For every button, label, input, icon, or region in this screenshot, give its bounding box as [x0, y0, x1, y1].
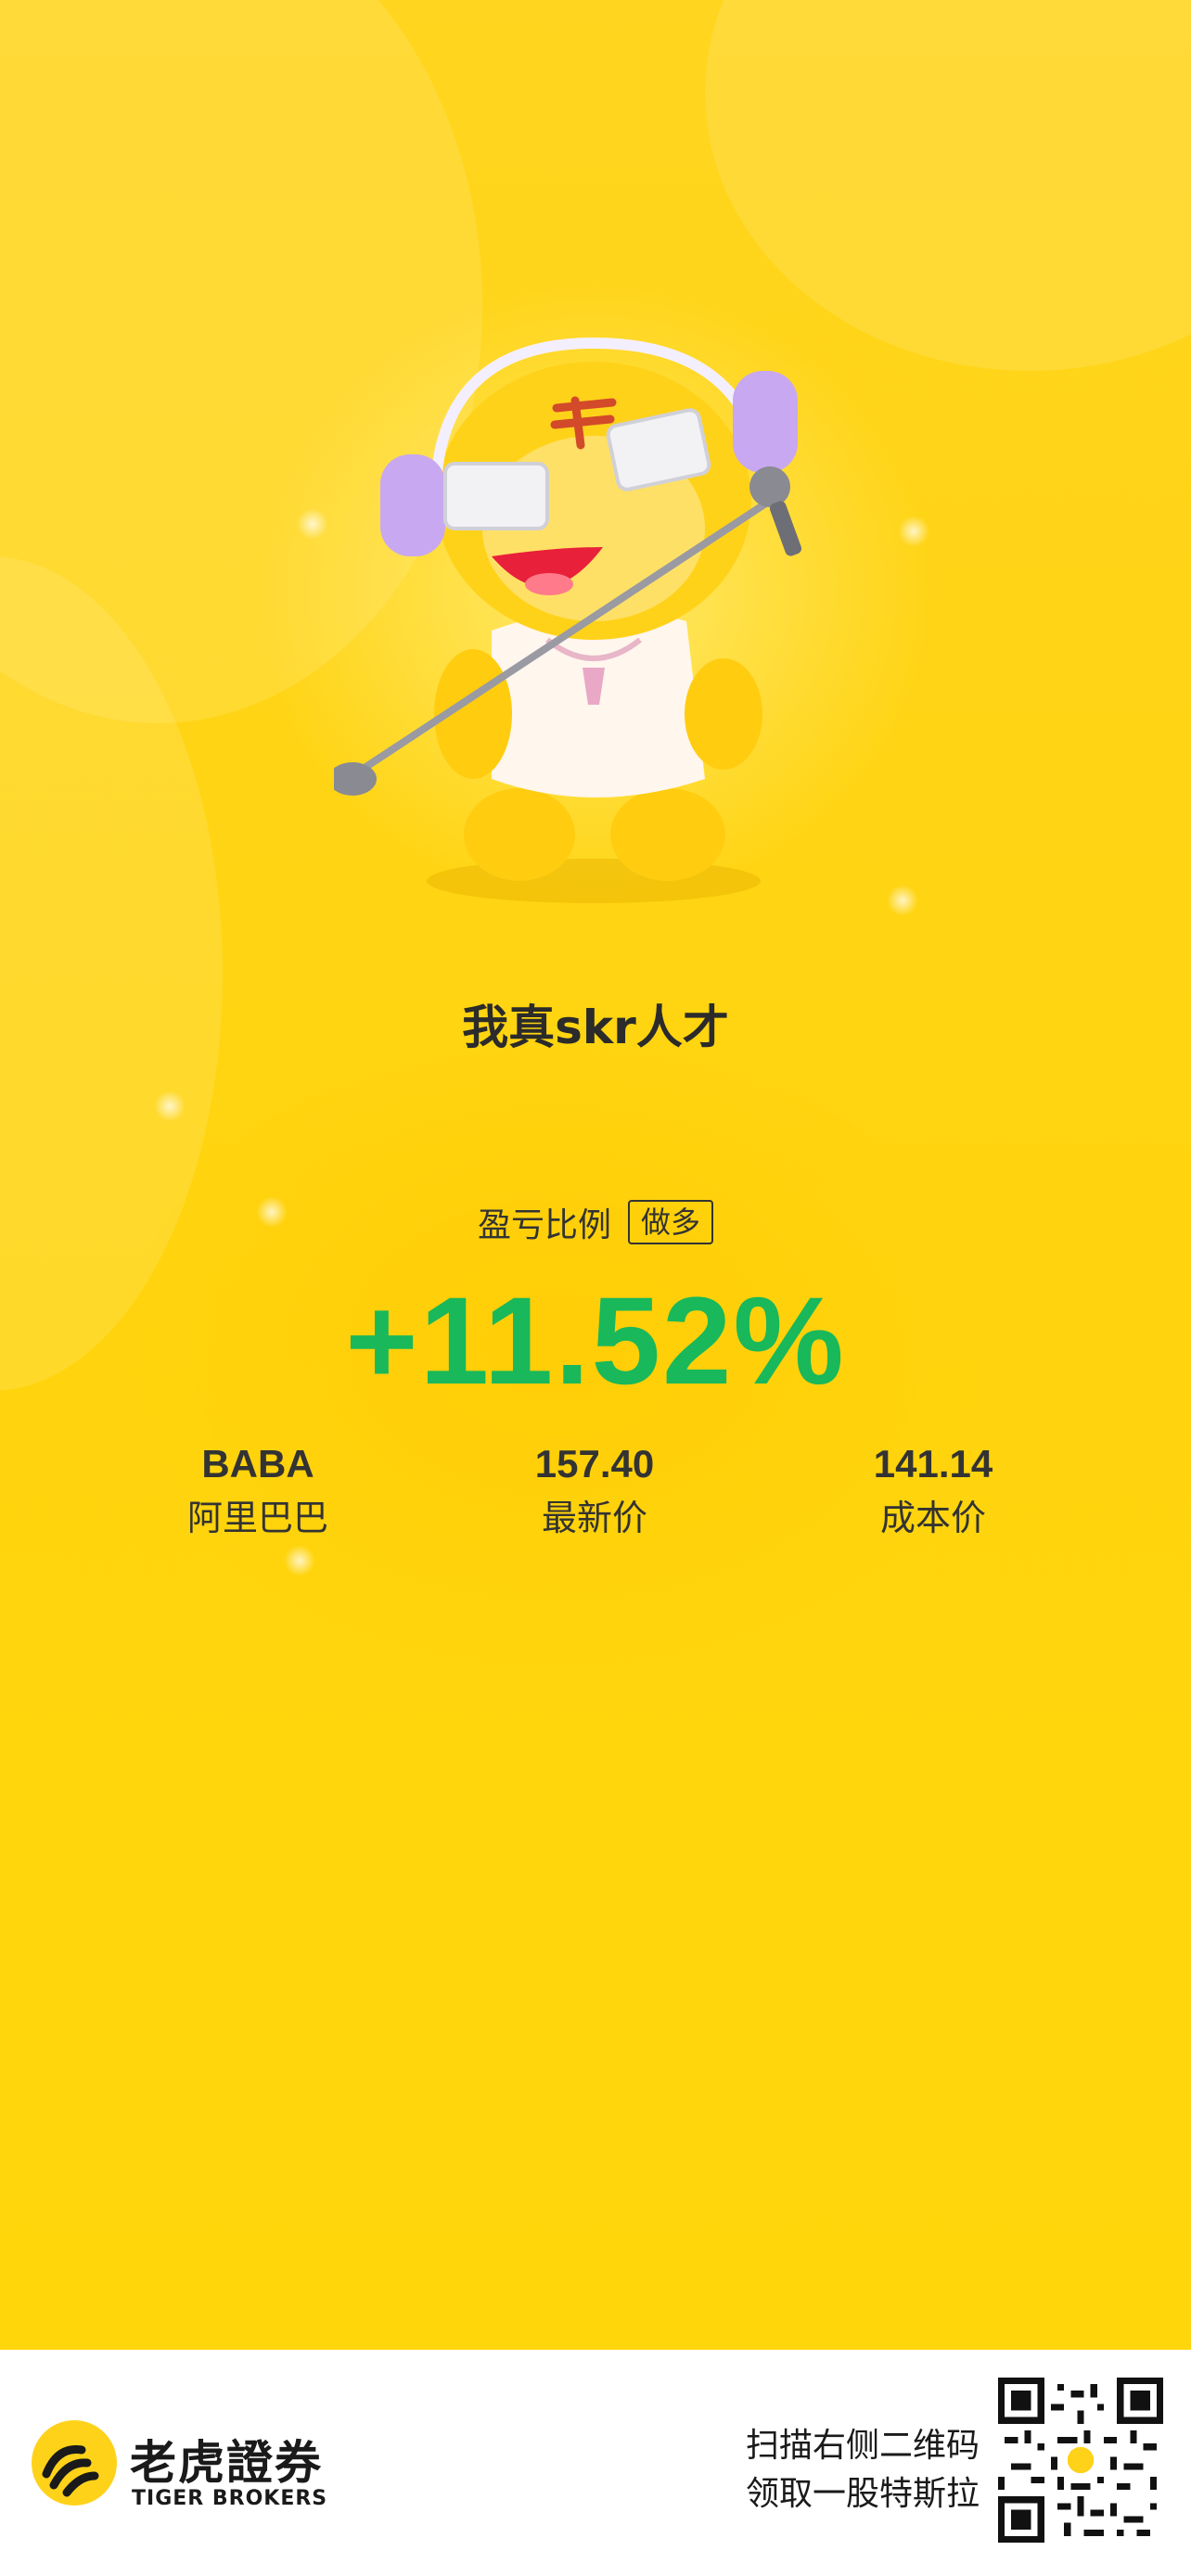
promo-line-1: 扫描右侧二维码 — [745, 2427, 980, 2465]
stock-ticker: BABA — [201, 1442, 314, 1486]
profit-ratio-header: 盈亏比例 做多 — [0, 1198, 1191, 1246]
promo-text: 扫描右侧二维码 领取一股特斯拉 — [746, 2422, 980, 2519]
sparkle — [154, 1090, 186, 1122]
qr-code[interactable] — [998, 2378, 1163, 2543]
tiger-logo-icon — [32, 2420, 117, 2506]
stat-cost-price: 141.14 成本价 — [794, 1437, 1072, 1545]
stat-ticker: BABA 阿里巴巴 — [119, 1437, 397, 1545]
profit-loss-percent: +11.52% — [345, 1272, 846, 1410]
latest-price-value: 157.40 — [534, 1442, 655, 1486]
stock-name: 阿里巴巴 — [186, 1498, 328, 1538]
stat-latest-price: 157.40 最新价 — [455, 1437, 734, 1545]
position-direction-badge: 做多 — [628, 1200, 714, 1244]
footer-bar: 老虎證券 TIGER BROKERS 扫描右侧二维码 领取一股特斯拉 — [0, 2350, 1191, 2576]
sparkle — [887, 885, 918, 916]
latest-price-label: 最新价 — [541, 1498, 647, 1538]
brand-name-cn: 老虎證券 — [130, 2436, 323, 2490]
cost-price-value: 141.14 — [873, 1442, 993, 1486]
achievement-title: 我真skr人才 — [462, 1001, 729, 1054]
brand-name-en: TIGER BROKERS — [132, 2487, 328, 2510]
tiger-mascot-illustration — [334, 337, 802, 903]
promo-line-2: 领取一股特斯拉 — [745, 2475, 980, 2513]
sparkle — [898, 516, 929, 547]
share-poster: 我真skr人才 盈亏比例 做多 +11.52% BABA 阿里巴巴 157.40… — [0, 0, 1191, 2350]
profit-ratio-label: 盈亏比例 — [477, 1206, 611, 1244]
sparkle — [297, 508, 328, 540]
cost-price-label: 成本价 — [879, 1498, 986, 1538]
stock-stats: BABA 阿里巴巴 157.40 最新价 141.14 成本价 — [0, 1437, 1191, 1567]
